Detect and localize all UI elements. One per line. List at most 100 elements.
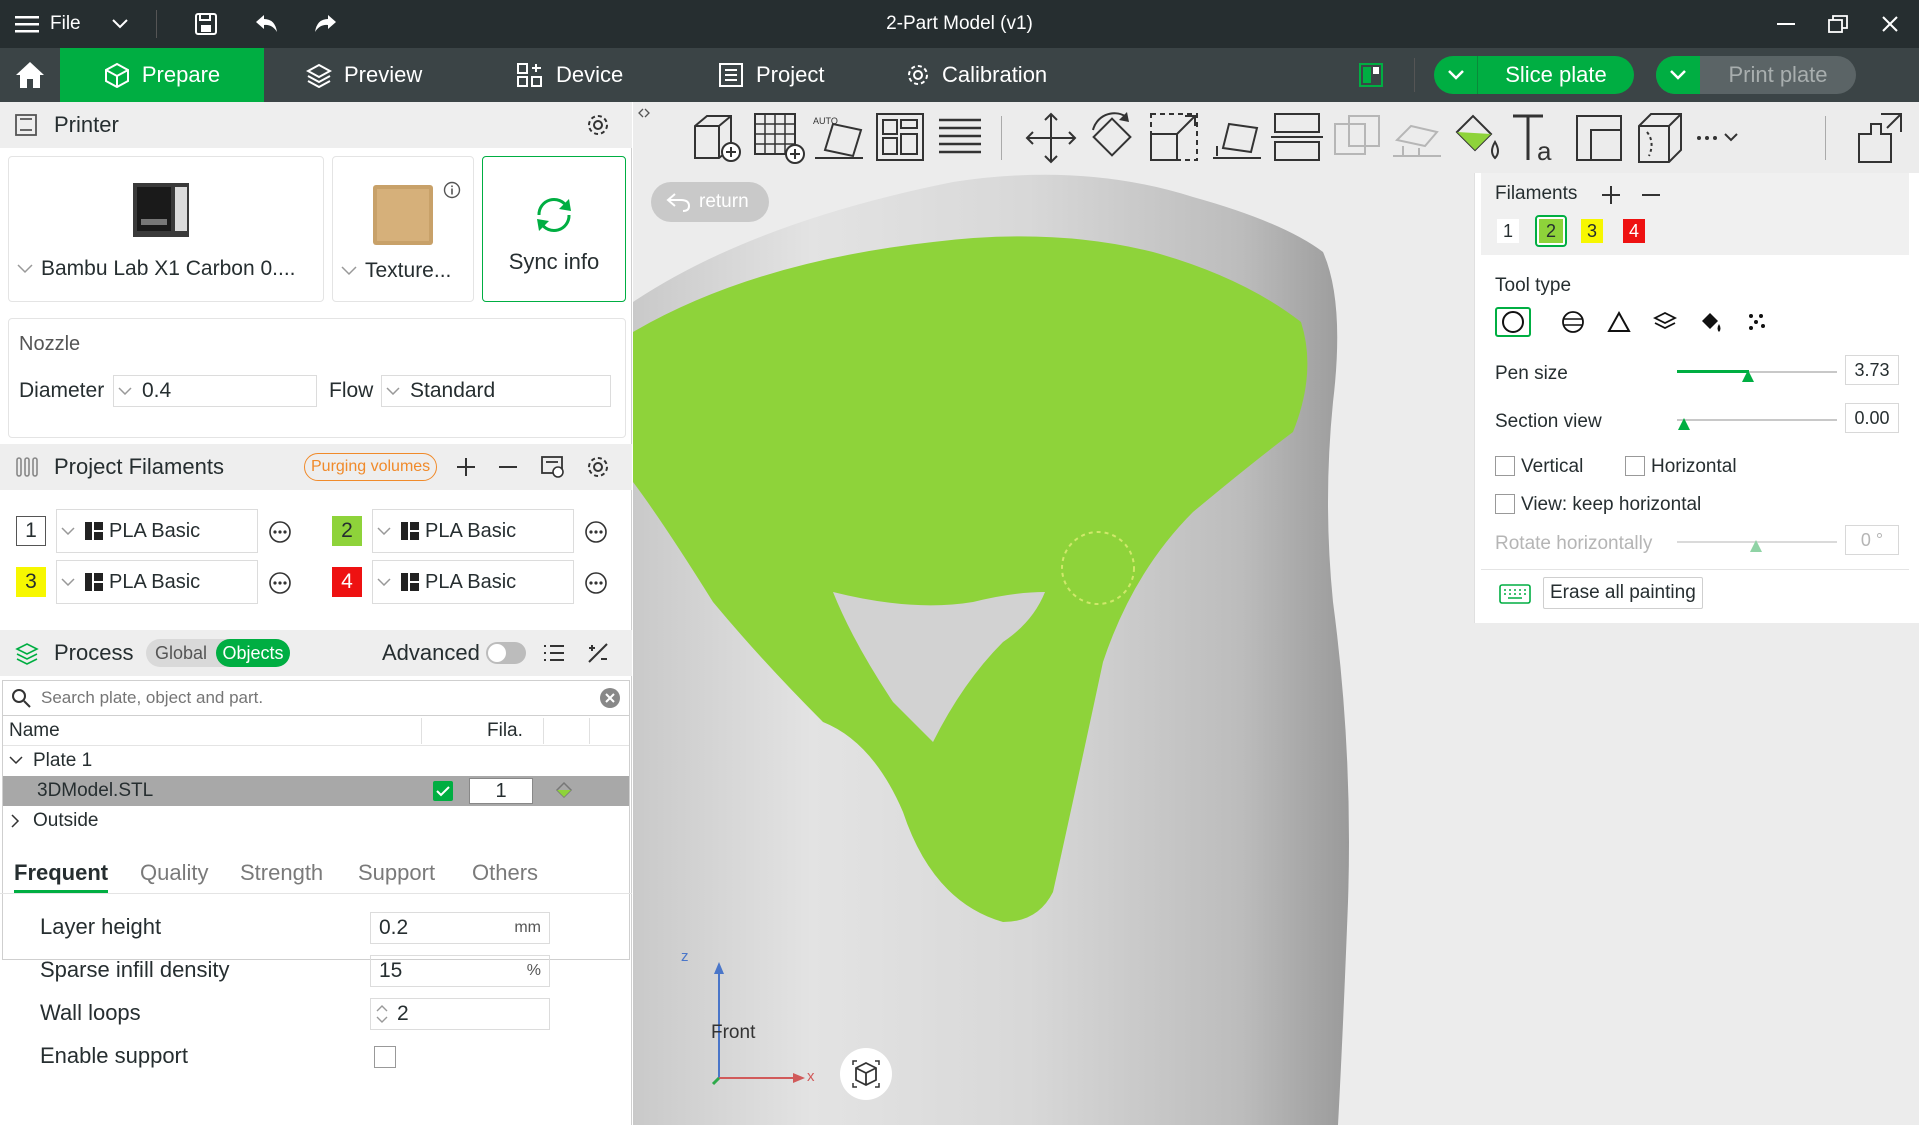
filament-number-1[interactable]: 1	[16, 516, 46, 546]
return-button[interactable]: return	[651, 182, 769, 222]
scale-tool-button[interactable]	[1147, 110, 1203, 166]
remove-paint-filament-minus-icon[interactable]	[1641, 185, 1661, 205]
tab-strength[interactable]: Strength	[240, 860, 323, 886]
rotate-slider-thumb[interactable]	[1749, 539, 1763, 553]
gap-fill-icon[interactable]	[1745, 310, 1769, 334]
filament-select-3[interactable]: PLA Basic	[56, 560, 258, 604]
clear-search-icon[interactable]	[599, 687, 621, 709]
tab-project[interactable]: Project	[718, 48, 824, 102]
boolean-tool-button[interactable]	[1329, 110, 1385, 166]
tab-others[interactable]: Others	[472, 860, 538, 886]
paint-filament-3[interactable]: 3	[1581, 219, 1603, 243]
plate-type-dropdown[interactable]: Texture...	[341, 259, 451, 283]
slice-plate-button[interactable]: Slice plate	[1434, 56, 1634, 94]
view-keep-horizontal-checkbox[interactable]	[1495, 494, 1515, 514]
stepper-arrows-icon[interactable]	[375, 1002, 389, 1026]
paint-filament-2-selected[interactable]: 2	[1535, 215, 1567, 247]
file-dropdown-button[interactable]	[100, 0, 140, 48]
compare-presets-icon[interactable]	[586, 641, 610, 665]
more-tools-button[interactable]	[1689, 110, 1749, 166]
layer-height-input[interactable]: 0.2 mm	[370, 912, 550, 944]
remove-filament-minus-icon[interactable]	[498, 457, 518, 477]
filament-number-3[interactable]: 3	[16, 567, 46, 597]
add-filament-plus-icon[interactable]	[456, 457, 476, 477]
undo-button[interactable]	[246, 0, 286, 48]
info-icon[interactable]	[443, 181, 461, 199]
object-visible-checkbox[interactable]	[433, 781, 453, 801]
filament-select-4[interactable]: PLA Basic	[372, 560, 574, 604]
seam-painting-button[interactable]	[1633, 110, 1689, 166]
rotate-tool-button[interactable]	[1085, 110, 1141, 166]
section-view-slider-thumb[interactable]	[1677, 417, 1691, 431]
filament-select-2[interactable]: PLA Basic	[372, 509, 574, 553]
filament-sync-icon[interactable]	[540, 455, 566, 479]
arrange-button[interactable]	[873, 110, 929, 166]
tab-quality[interactable]: Quality	[140, 860, 208, 886]
diameter-select[interactable]: 0.4	[113, 375, 317, 407]
object-search-input[interactable]	[41, 688, 591, 708]
home-button[interactable]	[0, 48, 60, 102]
rotate-horizontally-value[interactable]: 0 °	[1845, 525, 1899, 555]
paint-filament-1[interactable]: 1	[1497, 219, 1519, 243]
column-name-header[interactable]: Name	[9, 720, 60, 742]
lay-on-face-button[interactable]	[1209, 110, 1265, 166]
column-fila-header[interactable]: Fila.	[487, 720, 523, 742]
vertical-checkbox[interactable]	[1495, 456, 1515, 476]
tab-frequent[interactable]: Frequent	[14, 860, 109, 893]
filament-settings-gear-icon[interactable]	[586, 455, 610, 479]
sphere-brush-icon[interactable]	[1561, 310, 1585, 334]
chevron-down-icon[interactable]	[9, 756, 23, 766]
keyboard-shortcuts-icon[interactable]	[1499, 583, 1531, 605]
printer-select-card[interactable]: Bambu Lab X1 Carbon 0....	[8, 156, 324, 302]
redo-button[interactable]	[306, 0, 346, 48]
filament-select-1[interactable]: PLA Basic	[56, 509, 258, 553]
restore-button[interactable]	[1818, 0, 1858, 48]
object-row-selected[interactable]: 3DModel.STL 1	[3, 776, 629, 806]
plate-select-card[interactable]: Texture...	[332, 156, 474, 302]
filament-options-icon-3[interactable]	[268, 571, 292, 595]
sync-info-button[interactable]: Sync info	[482, 156, 626, 302]
add-paint-filament-plus-icon[interactable]	[1601, 185, 1621, 205]
text-tool-button[interactable]: a	[1509, 110, 1565, 166]
tab-preview[interactable]: Preview	[306, 48, 422, 102]
tab-calibration[interactable]: Calibration	[906, 48, 1047, 102]
advanced-toggle[interactable]	[486, 642, 526, 664]
print-plate-button[interactable]: Print plate	[1656, 56, 1856, 94]
wall-loops-input[interactable]: 2	[370, 998, 550, 1030]
paint-filament-4[interactable]: 4	[1623, 219, 1645, 243]
plate-tree-row[interactable]: Plate 1	[3, 746, 629, 776]
erase-all-painting-button[interactable]: Erase all painting	[1543, 577, 1703, 609]
support-paint-button[interactable]	[1389, 110, 1445, 166]
object-filament-select[interactable]: 1	[469, 778, 533, 804]
triangle-fill-icon[interactable]	[1607, 310, 1631, 334]
view-reset-button[interactable]	[840, 1048, 892, 1100]
section-view-slider[interactable]	[1677, 419, 1837, 421]
color-painting-button[interactable]	[1449, 110, 1505, 166]
printer-name-dropdown[interactable]: Bambu Lab X1 Carbon 0....	[17, 257, 296, 281]
chevron-right-icon[interactable]	[11, 814, 21, 828]
paint-bucket-icon[interactable]	[553, 780, 575, 802]
measure-tool-button[interactable]	[1571, 110, 1627, 166]
fill-bucket-icon[interactable]	[1699, 310, 1723, 334]
tab-device[interactable]: Device	[516, 48, 623, 102]
object-search-box[interactable]	[2, 680, 630, 716]
split-layers-button[interactable]	[933, 110, 989, 166]
tab-prepare[interactable]: Prepare	[60, 48, 264, 102]
filament-options-icon-1[interactable]	[268, 520, 292, 544]
height-range-icon[interactable]	[1653, 310, 1677, 334]
pen-size-value[interactable]: 3.73	[1845, 355, 1899, 385]
filament-number-2[interactable]: 2	[332, 516, 362, 546]
pen-size-slider-thumb[interactable]	[1741, 369, 1755, 383]
minimize-button[interactable]	[1766, 0, 1806, 48]
save-button[interactable]	[186, 0, 226, 48]
outside-tree-row[interactable]: Outside	[3, 806, 629, 836]
enable-support-checkbox[interactable]	[374, 1046, 396, 1068]
printer-settings-gear-icon[interactable]	[586, 113, 610, 137]
add-plate-button[interactable]	[751, 110, 807, 166]
print-dropdown[interactable]	[1656, 56, 1700, 94]
cut-tool-button[interactable]	[1269, 110, 1325, 166]
collapse-sidebar-button[interactable]	[637, 106, 651, 120]
purging-volumes-button[interactable]: Purging volumes	[304, 453, 438, 481]
section-view-value[interactable]: 0.00	[1845, 403, 1899, 433]
close-button[interactable]	[1870, 0, 1910, 48]
